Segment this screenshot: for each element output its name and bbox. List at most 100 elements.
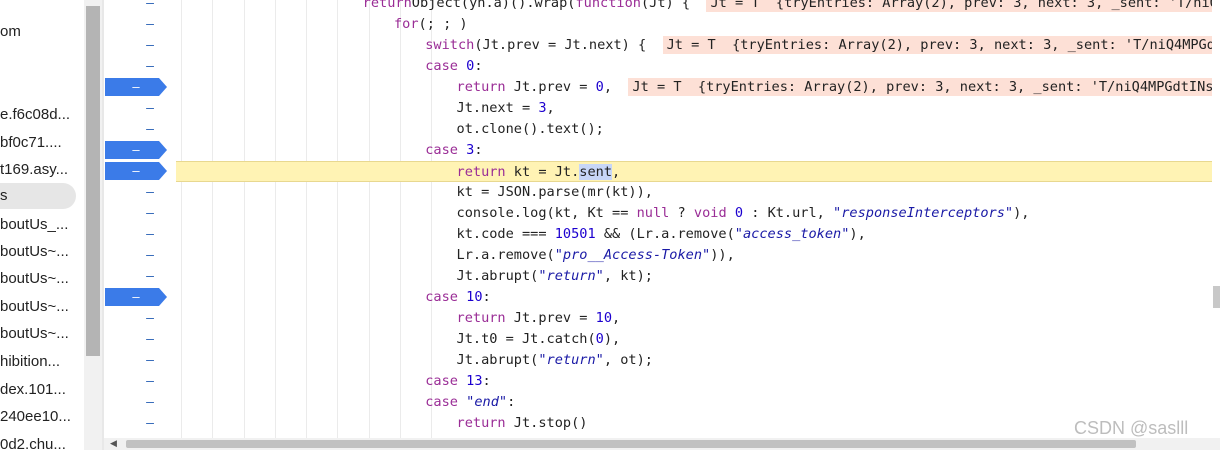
file-tree-item[interactable]: boutUs~... [0, 294, 69, 320]
code-editor[interactable]: returnObject(yn.a)().wrap(function(Jt) {… [176, 0, 1212, 438]
code-token: : [482, 373, 491, 389]
code-line[interactable]: case 13: [176, 371, 1212, 392]
string-token: "end" [466, 394, 508, 410]
inline-value-preview[interactable]: Jt = T {tryEntries: Array(2), prev: 3, n… [706, 0, 1212, 12]
gutter-dash[interactable]: – [144, 350, 156, 371]
code-token: && (Lr.a.remove( [595, 226, 735, 242]
keyword-token: return [456, 164, 506, 180]
code-line[interactable]: return Jt.prev = 10, [176, 308, 1212, 329]
code-line[interactable]: console.log(kt, Kt == null ? void 0 : Kt… [176, 203, 1212, 224]
code-line[interactable]: kt = JSON.parse(mr(kt)), [176, 182, 1212, 203]
code-token: (Jt) { [640, 0, 707, 11]
number-token: 0 [595, 331, 604, 347]
file-tree-item[interactable]: om [0, 19, 21, 45]
code-line[interactable]: Jt.next = 3, [176, 98, 1212, 119]
code-token: Jt.abrupt( [456, 352, 539, 368]
file-tree-item[interactable]: bf0c71.... [0, 130, 62, 156]
gutter-dash[interactable]: – [144, 245, 156, 266]
keyword-token: case [425, 373, 458, 389]
gutter-dash[interactable]: – [144, 392, 156, 413]
gutter-dash[interactable]: – [144, 182, 156, 203]
code-token: ) [849, 226, 858, 242]
file-tree-item[interactable]: 0d2.chu... [0, 432, 66, 450]
breakpoint-marker[interactable]: – [105, 288, 167, 306]
file-tree-item[interactable]: 240ee10... [0, 404, 71, 430]
code-token: , ot); [603, 352, 653, 368]
gutter-dash[interactable]: – [144, 224, 156, 245]
code-token: , [612, 164, 621, 180]
gutter-dash[interactable]: – [144, 119, 156, 140]
gutter-dash[interactable]: – [144, 56, 156, 77]
code-line[interactable]: Jt.t0 = Jt.catch(0), [176, 329, 1212, 350]
breakpoint-marker[interactable]: – [105, 162, 167, 180]
file-tree-item[interactable]: boutUs_... [0, 212, 68, 238]
paused-code-line[interactable]: return kt = Jt.sent, [176, 161, 1212, 182]
number-token: 3 [538, 100, 547, 116]
inline-value-preview[interactable]: Jt = T {tryEntries: Array(2), prev: 3, n… [628, 78, 1212, 96]
file-tree-item[interactable]: boutUs~... [0, 321, 69, 347]
code-line[interactable]: switch(Jt.prev = Jt.next) { Jt = T {tryE… [176, 35, 1212, 56]
editor-scroll-thumb[interactable] [1213, 286, 1220, 308]
inline-value-preview[interactable]: Jt = T {tryEntries: Array(2), prev: 3, n… [662, 36, 1212, 54]
gutter-dash[interactable]: – [144, 329, 156, 350]
file-tree-scroll-thumb[interactable] [86, 6, 100, 356]
gutter-dash: – [132, 290, 140, 304]
gutter-dash[interactable]: – [144, 308, 156, 329]
file-tree-item[interactable]: s [0, 183, 76, 209]
keyword-token: for [393, 16, 419, 32]
gutter-dash[interactable]: – [144, 203, 156, 224]
file-tree-item[interactable]: boutUs~... [0, 239, 69, 265]
file-tree-item[interactable]: dex.101... [0, 377, 66, 403]
code-token: : [474, 142, 483, 158]
code-line[interactable]: return Jt.prev = 0, Jt = T {tryEntries: … [176, 77, 1212, 98]
code-line[interactable]: returnObject(yn.a)().wrap(function(Jt) {… [176, 0, 1212, 14]
code-token: ? [669, 205, 694, 221]
gutter-dash[interactable]: – [144, 0, 156, 14]
gutter-dash[interactable]: – [144, 98, 156, 119]
code-line[interactable]: ot.clone().text(); [176, 119, 1212, 140]
gutter-dash[interactable]: – [144, 14, 156, 35]
file-tree-item[interactable]: t169.asy... [0, 157, 68, 183]
number-token: 10 [595, 310, 613, 326]
gutter-dash[interactable]: – [144, 35, 156, 56]
code-line[interactable]: case 10: [176, 287, 1212, 308]
editor-vertical-scrollbar[interactable] [1212, 0, 1220, 438]
file-tree-item[interactable]: boutUs~... [0, 266, 69, 292]
editor-horizontal-scrollbar[interactable]: ◀ [104, 438, 1220, 450]
code-line[interactable]: Jt.abrupt("return", kt); [176, 266, 1212, 287]
code-token: kt = Jt. [505, 164, 580, 180]
code-token: Lr.a.remove( [456, 247, 555, 263]
number-token: 0 [734, 205, 744, 221]
code-token: Jt.stop() [505, 415, 588, 431]
keyword-token: case [425, 394, 458, 410]
horizontal-scroll-thumb[interactable] [126, 440, 1136, 448]
code-token: , kt); [603, 268, 653, 284]
breakpoint-marker[interactable]: – [105, 141, 167, 159]
breakpoint-marker[interactable]: – [105, 78, 167, 96]
gutter-dash[interactable]: – [144, 413, 156, 434]
code-line[interactable]: Lr.a.remove("pro__Access-Token")), [176, 245, 1212, 266]
file-tree-scrollbar[interactable] [84, 0, 102, 450]
code-line[interactable]: Jt.abrupt("return", ot); [176, 350, 1212, 371]
file-tree-item[interactable]: hibition... [0, 349, 60, 375]
number-token: 10 [466, 289, 483, 305]
gutter-dash[interactable]: – [144, 371, 156, 392]
code-token: , [726, 247, 735, 263]
keyword-token: case [425, 289, 458, 305]
code-line[interactable]: for(; ; ) [176, 14, 1212, 35]
code-line[interactable]: case 0: [176, 56, 1212, 77]
gutter-dash[interactable]: – [144, 266, 156, 287]
line-gutter[interactable]: – – – – – – – – – – – – – – – – – – – – – [104, 0, 176, 438]
keyword-token: case [425, 58, 458, 74]
scroll-left-arrow-icon[interactable]: ◀ [110, 439, 117, 449]
code-line[interactable]: return Jt.stop() [176, 413, 1212, 434]
code-line[interactable]: kt.code === 10501 && (Lr.a.remove("acces… [176, 224, 1212, 245]
code-token: console.log(kt, Kt == [456, 205, 637, 221]
code-line[interactable]: case 3: [176, 140, 1212, 161]
keyword-token: return [362, 0, 412, 11]
code-line[interactable]: case "end": [176, 392, 1212, 413]
file-tree-item[interactable]: e.f6c08d... [0, 102, 70, 128]
code-token: : Kt.url, [743, 205, 834, 221]
